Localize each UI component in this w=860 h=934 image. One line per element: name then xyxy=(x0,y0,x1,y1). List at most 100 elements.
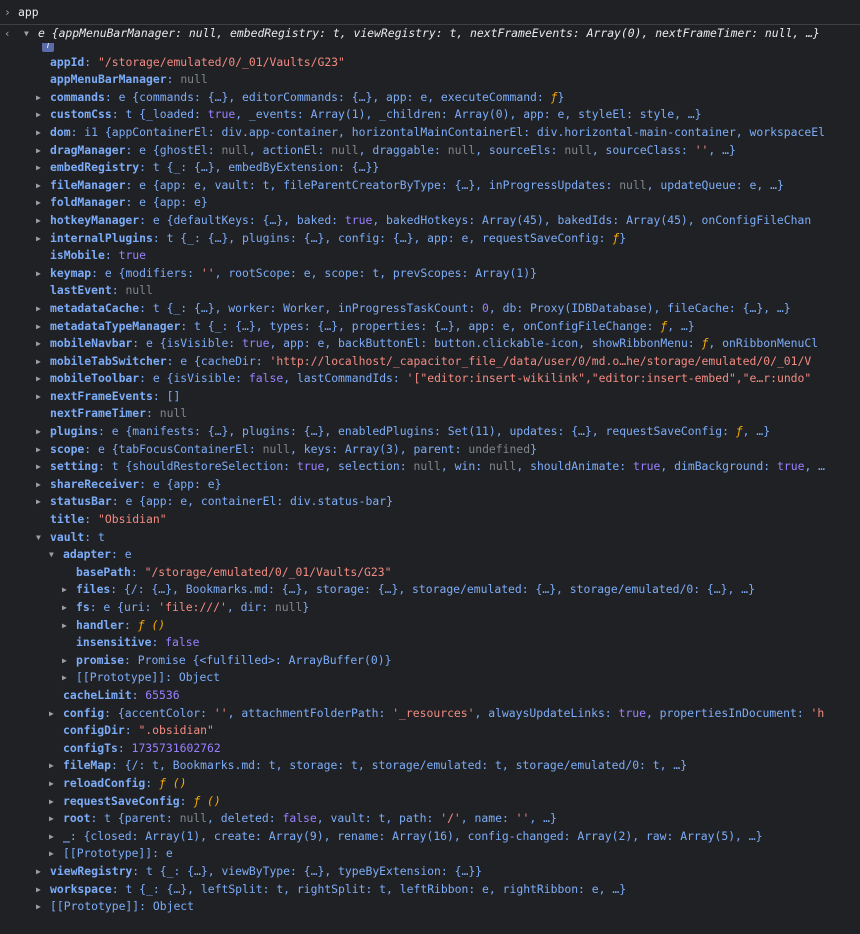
property-row[interactable]: ▶ [[Prototype]]: Object xyxy=(0,669,860,687)
property-row[interactable]: ▶ statusBar: e {app: e, containerEl: div.… xyxy=(0,493,860,511)
collapsed-triangle-icon[interactable]: ▶ xyxy=(36,898,41,916)
collapsed-triangle-icon[interactable]: ▶ xyxy=(62,599,67,617)
property-row[interactable]: ▶ nextFrameEvents: [] xyxy=(0,388,860,406)
property-row[interactable]: ▶ scope: e {tabFocusContainerEl: null, ke… xyxy=(0,441,860,459)
property-row[interactable]: ▶ fileMap: {/: t, Bookmarks.md: t, storag… xyxy=(0,757,860,775)
collapsed-triangle-icon[interactable]: ▶ xyxy=(62,581,67,599)
property-value: : xyxy=(179,793,194,808)
collapsed-triangle-icon[interactable]: ▶ xyxy=(49,810,54,828)
property-row[interactable]: ▶ fileManager: e {app: e, vault: t, fileP… xyxy=(0,177,860,195)
collapsed-triangle-icon[interactable]: ▶ xyxy=(36,493,41,511)
property-row[interactable]: ▶ keymap: e {modifiers: '', rootScope: e,… xyxy=(0,265,860,283)
collapsed-triangle-icon[interactable]: ▶ xyxy=(62,652,67,670)
property-row[interactable]: ▶ workspace: t {_: {…}, leftSplit: t, rig… xyxy=(0,881,860,899)
collapsed-triangle-icon[interactable]: ▶ xyxy=(36,212,41,230)
collapsed-triangle-icon[interactable]: ▶ xyxy=(49,775,54,793)
property-value: : [] xyxy=(152,388,181,403)
property-row[interactable]: ▶ mobileToolbar: e {isVisible: false, las… xyxy=(0,370,860,388)
property-row[interactable]: ▶ mobileTabSwitcher: e {cacheDir: 'http:/… xyxy=(0,353,860,371)
collapsed-triangle-icon[interactable]: ▶ xyxy=(36,159,41,177)
property-key: adapter xyxy=(63,547,112,562)
property-row[interactable]: ▶ mobileNavbar: e {isVisible: true, app: … xyxy=(0,335,860,353)
collapsed-triangle-icon[interactable]: ▶ xyxy=(49,828,54,846)
expanded-triangle-icon[interactable]: ▼ xyxy=(36,529,41,547)
collapsed-triangle-icon[interactable]: ▶ xyxy=(36,177,41,195)
collapsed-triangle-icon[interactable]: ▶ xyxy=(36,335,41,353)
property-value: : e {tabFocusContainerEl: xyxy=(84,441,263,456)
property-row[interactable]: ▶ customCss: t {_loaded: true, _events: A… xyxy=(0,106,860,124)
collapsed-triangle-icon[interactable]: ▶ xyxy=(49,705,54,723)
collapsed-triangle-icon[interactable]: ▶ xyxy=(36,300,41,318)
property-row[interactable]: ▶ [[Prototype]]: Object xyxy=(0,898,860,916)
property-row[interactable]: ▶ shareReceiver: e {app: e} xyxy=(0,476,860,494)
property-key: _ xyxy=(63,828,70,843)
console-input-row[interactable]: › app xyxy=(0,0,860,25)
collapsed-triangle-icon[interactable]: ▶ xyxy=(36,458,41,476)
collapsed-triangle-icon[interactable]: ▶ xyxy=(36,318,41,336)
property-row[interactable]: ▶ [[Prototype]]: e xyxy=(0,845,860,863)
property-row[interactable]: ▶ fs: e {uri: 'file:///', dir: null} xyxy=(0,599,860,617)
property-row[interactable]: ▶ setting: t {shouldRestoreSelection: tru… xyxy=(0,458,860,476)
collapsed-triangle-icon[interactable]: ▶ xyxy=(36,124,41,142)
collapsed-triangle-icon[interactable]: ▶ xyxy=(36,106,41,124)
collapsed-triangle-icon[interactable]: ▶ xyxy=(36,89,41,107)
property-row[interactable]: ▼ adapter: e xyxy=(0,546,860,564)
property-value: , draggable: xyxy=(358,142,448,157)
property-row[interactable]: ▶ files: {/: {…}, Bookmarks.md: {…}, stor… xyxy=(0,581,860,599)
property-row[interactable]: ▼ vault: t xyxy=(0,529,860,547)
collapsed-triangle-icon[interactable]: ▶ xyxy=(36,370,41,388)
property-value: } xyxy=(557,89,565,104)
collapsed-triangle-icon[interactable]: ▶ xyxy=(36,353,41,371)
property-row[interactable]: ▶ dom: i1 {appContainerEl: div.app-contai… xyxy=(0,124,860,142)
collapsed-triangle-icon[interactable]: ▶ xyxy=(36,194,41,212)
collapsed-triangle-icon[interactable]: ▶ xyxy=(62,617,67,635)
property-row: configDir: ".obsidian" xyxy=(0,722,860,740)
collapsed-triangle-icon[interactable]: ▶ xyxy=(36,265,41,283)
collapsed-triangle-icon[interactable]: ▶ xyxy=(36,142,41,160)
property-row[interactable]: ▶ embedRegistry: t {_: {…}, embedByExtens… xyxy=(0,159,860,177)
property-row[interactable]: ▶ internalPlugins: t {_: {…}, plugins: {…… xyxy=(0,230,860,248)
property-row[interactable]: ▶ config: {accentColor: '', attachmentFol… xyxy=(0,705,860,723)
property-row[interactable]: ▶ root: t {parent: null, deleted: false, … xyxy=(0,810,860,828)
collapsed-triangle-icon[interactable]: ▶ xyxy=(49,793,54,811)
property-row[interactable]: ▶ commands: e {commands: {…}, editorComma… xyxy=(0,89,860,107)
property-row[interactable]: ▶ hotkeyManager: e {defaultKeys: {…}, bak… xyxy=(0,212,860,230)
property-row[interactable]: ▶ reloadConfig: ƒ () xyxy=(0,775,860,793)
collapsed-triangle-icon[interactable]: ▶ xyxy=(49,757,54,775)
collapsed-triangle-icon[interactable]: ▶ xyxy=(49,845,54,863)
property-value: : e {app: e, vault: t, fileParentCreator… xyxy=(125,177,620,192)
property-row[interactable]: ▶ promise: Promise {<fulfilled>: ArrayBuf… xyxy=(0,652,860,670)
collapsed-triangle-icon[interactable]: ▶ xyxy=(36,388,41,406)
object-preview-row[interactable]: ‹ ▼ e {appMenuBarManager: null, embedRegis… xyxy=(0,25,860,43)
property-key: lastEvent xyxy=(50,283,112,298)
property-key: mobileTabSwitcher xyxy=(50,353,167,368)
expanded-triangle-icon[interactable]: ▼ xyxy=(49,546,54,564)
property-value: : xyxy=(145,775,160,790)
collapsed-triangle-icon[interactable]: ▶ xyxy=(36,423,41,441)
collapsed-triangle-icon[interactable]: ▶ xyxy=(36,881,41,899)
property-row[interactable]: ▶ plugins: e {manifests: {…}, plugins: {…… xyxy=(0,423,860,441)
property-row[interactable]: ▶ viewRegistry: t {_: {…}, viewByType: {…… xyxy=(0,863,860,881)
property-value: : t {_loaded: xyxy=(111,107,208,122)
property-row[interactable]: ▶ metadataCache: t {_: {…}, worker: Worke… xyxy=(0,300,860,318)
property-row[interactable]: ▶ metadataTypeManager: t {_: {…}, types: … xyxy=(0,318,860,336)
property-value: : e {isVisible: xyxy=(139,371,249,386)
property-value: "/storage/emulated/0/_01/Vaults/G23" xyxy=(144,564,392,579)
console-input-text[interactable]: app xyxy=(18,5,39,19)
property-value: , …} xyxy=(667,318,695,333)
collapsed-triangle-icon[interactable]: ▶ xyxy=(36,476,41,494)
expanded-triangle-icon[interactable]: ▼ xyxy=(24,25,29,43)
collapsed-triangle-icon[interactable]: ▶ xyxy=(36,863,41,881)
property-row[interactable]: ▶ foldManager: e {app: e} xyxy=(0,194,860,212)
collapsed-triangle-icon[interactable]: ▶ xyxy=(36,441,41,459)
collapsed-triangle-icon[interactable]: ▶ xyxy=(36,230,41,248)
property-row: configTs: 1735731602762 xyxy=(0,740,860,758)
property-row[interactable]: ▶ handler: ƒ () xyxy=(0,617,860,635)
property-key: isMobile xyxy=(50,248,105,263)
collapsed-triangle-icon[interactable]: ▶ xyxy=(62,669,67,687)
info-icon[interactable]: i xyxy=(42,42,54,52)
property-row[interactable]: ▶ dragManager: e {ghostEl: null, actionEl… xyxy=(0,142,860,160)
property-value: : t {shouldRestoreSelection: xyxy=(98,459,297,474)
property-row[interactable]: ▶ requestSaveConfig: ƒ () xyxy=(0,793,860,811)
property-row[interactable]: ▶ _: {closed: Array(1), create: Array(9),… xyxy=(0,828,860,846)
